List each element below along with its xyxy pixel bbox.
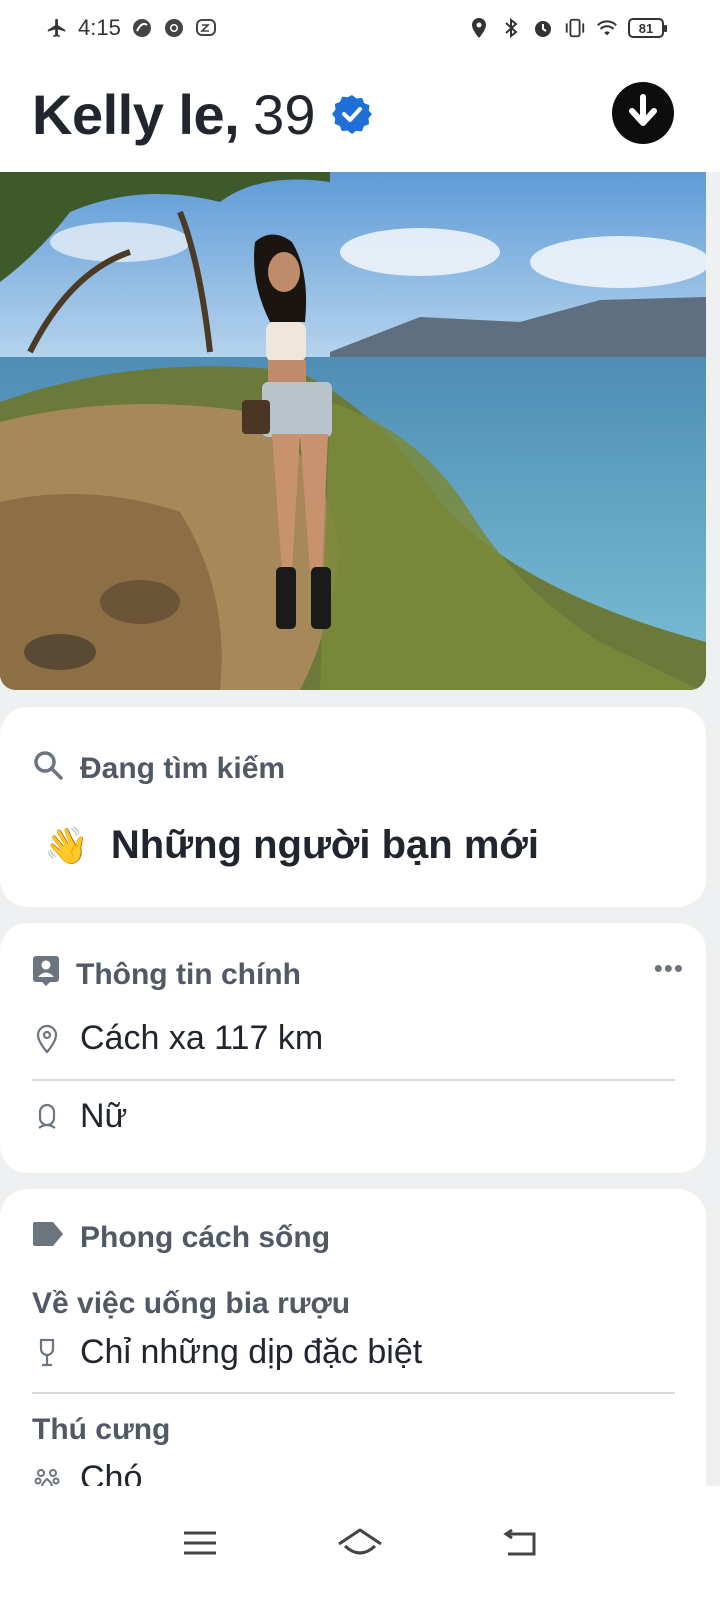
status-bar-left: 4:15	[46, 15, 217, 41]
basics-card: Thông tin chính ••• Cách xa 117 km Nữ	[0, 923, 706, 1173]
wifi-icon	[596, 17, 618, 39]
lifestyle-card: Phong cách sống Về việc uống bia rượu Ch…	[0, 1189, 706, 1509]
bluetooth-icon	[500, 17, 522, 39]
status-bar: 4:15 81	[0, 0, 720, 56]
basics-heading: Thông tin chính	[32, 955, 301, 995]
vibrate-icon	[564, 17, 586, 39]
chrome-icon	[163, 17, 185, 39]
location-icon	[468, 17, 490, 39]
looking-for-value: 👋 Những người bạn mới	[44, 823, 539, 867]
zalo-icon	[195, 17, 217, 39]
wine-glass-icon	[32, 1338, 62, 1368]
drinking-label: Về việc uống bia rượu	[32, 1287, 351, 1320]
looking-for-card: Đang tìm kiếm	[0, 707, 706, 907]
home-button[interactable]	[335, 1523, 385, 1563]
lifestyle-heading: Phong cách sống	[32, 1221, 330, 1255]
airplane-mode-icon	[46, 17, 68, 39]
menu-icon	[184, 1531, 216, 1555]
pets-label: Thú cưng	[32, 1413, 171, 1446]
alarm-icon	[532, 17, 554, 39]
distance-row: Cách xa 117 km	[32, 1019, 323, 1058]
verified-badge-icon	[331, 93, 373, 135]
status-bar-right: 81	[468, 17, 667, 39]
gender-row: Nữ	[32, 1097, 127, 1136]
profile-header: Kelly le, 39	[0, 56, 720, 172]
app-notification-icon	[131, 17, 153, 39]
system-navigation-bar	[0, 1486, 720, 1600]
home-icon	[338, 1528, 382, 1555]
profile-card-icon	[32, 955, 60, 995]
drinking-row: Chỉ những dịp đặc biệt	[32, 1333, 422, 1372]
battery-icon: 81	[628, 18, 667, 38]
divider	[32, 1079, 675, 1081]
waving-hand-icon: 👋	[44, 824, 89, 866]
recent-apps-button[interactable]	[175, 1523, 225, 1563]
gender-person-icon	[32, 1102, 62, 1132]
more-options-button[interactable]: •••	[654, 953, 684, 984]
divider	[32, 1392, 675, 1394]
collapse-profile-button[interactable]	[612, 82, 674, 144]
back-icon	[503, 1528, 536, 1556]
profile-age: 39	[253, 82, 316, 146]
status-time: 4:15	[78, 15, 121, 40]
tag-icon	[32, 1221, 64, 1255]
location-pin-icon	[32, 1024, 62, 1054]
profile-photo[interactable]	[0, 172, 706, 690]
search-icon	[32, 749, 64, 789]
arrow-down-icon	[628, 93, 658, 133]
profile-name: Kelly le,	[32, 82, 240, 146]
looking-for-heading: Đang tìm kiếm	[32, 749, 285, 789]
back-button[interactable]	[495, 1523, 545, 1563]
